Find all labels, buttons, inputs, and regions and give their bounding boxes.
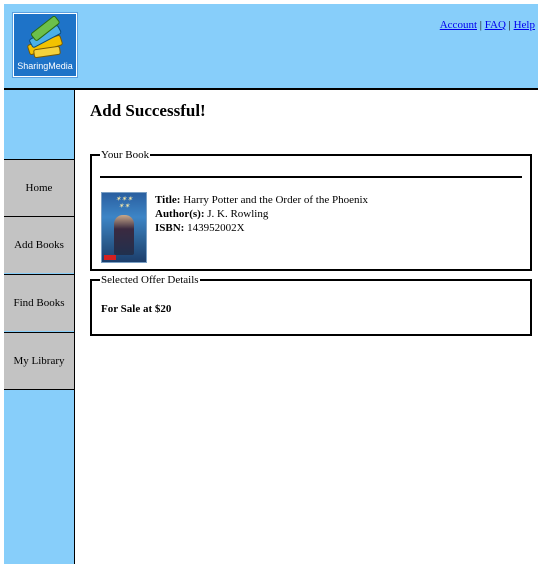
book-title-value: Harry Potter and the Order of the Phoeni…: [183, 194, 369, 206]
cover-badge-art: [104, 255, 116, 260]
offer-details-legend: Selected Offer Details: [100, 273, 200, 287]
book-title-row: Title: Harry Potter and the Order of the…: [155, 193, 368, 207]
logo[interactable]: SharingMedia: [12, 12, 78, 78]
help-link[interactable]: Help: [514, 19, 535, 31]
link-separator: |: [508, 19, 511, 31]
sidebar-divider: [4, 389, 74, 390]
account-link[interactable]: Account: [440, 19, 477, 31]
sidebar-item-find-books[interactable]: Find Books: [4, 274, 74, 331]
faq-link[interactable]: FAQ: [485, 19, 506, 31]
sidebar-item-add-books[interactable]: Add Books: [4, 216, 74, 273]
book-author-row: Author(s): J. K. Rowling: [155, 207, 368, 221]
books-logo-icon: [27, 16, 63, 59]
sidebar-item-home[interactable]: Home: [4, 159, 74, 216]
book-isbn-label: ISBN:: [155, 222, 185, 234]
header: SharingMedia Account | FAQ | Help: [4, 4, 538, 90]
sidebar: Home Add Books Find Books My Library: [4, 90, 75, 564]
book-cover-image: ✶✶✶ ✶✶: [101, 192, 147, 263]
book-author-value: J. K. Rowling: [207, 208, 269, 220]
link-separator: |: [479, 19, 482, 31]
cover-title-art: ✶✶✶ ✶✶: [115, 195, 133, 210]
book-author-label: Author(s):: [155, 208, 205, 220]
offer-text: For Sale at $20: [101, 303, 172, 315]
top-links: Account | FAQ | Help: [440, 19, 535, 31]
book-isbn-row: ISBN: 143952002X: [155, 221, 368, 235]
your-book-legend: Your Book: [100, 148, 151, 162]
page-title: Add Successful!: [90, 101, 206, 120]
offer-details-fieldset: Selected Offer Details For Sale at $20: [90, 273, 532, 336]
logo-text: SharingMedia: [17, 61, 73, 71]
sidebar-item-my-library[interactable]: My Library: [4, 332, 74, 389]
cover-figure-art: [114, 215, 134, 255]
book-details: Title: Harry Potter and the Order of the…: [155, 193, 368, 235]
book-title-label: Title:: [155, 194, 181, 206]
your-book-fieldset: Your Book ✶✶✶ ✶✶ Title: Harry Potter and …: [90, 148, 532, 271]
page: SharingMedia Account | FAQ | Help Home A…: [4, 4, 538, 564]
divider: [100, 176, 522, 178]
book-isbn-value: 143952002X: [187, 222, 245, 234]
